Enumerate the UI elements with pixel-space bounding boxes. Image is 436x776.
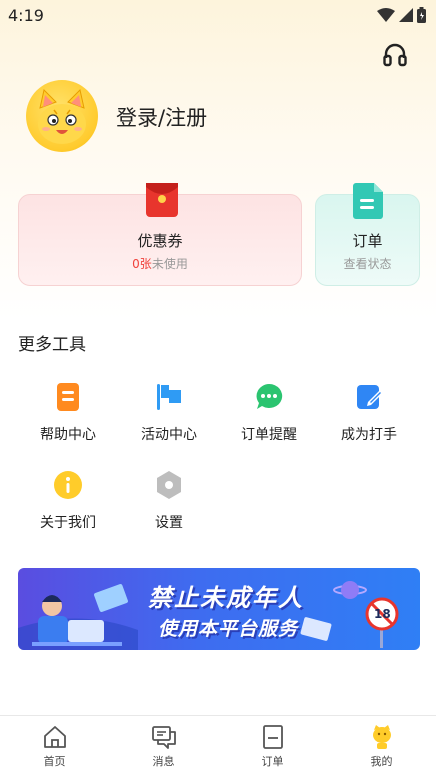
status-icons xyxy=(377,7,426,23)
tool-about-us[interactable]: 关于我们 xyxy=(18,470,118,542)
avatar[interactable] xyxy=(26,80,98,152)
tab-profile[interactable]: 我的 xyxy=(327,716,436,776)
message-icon xyxy=(151,726,176,749)
cat-avatar-icon xyxy=(38,89,86,144)
tool-label: 成为打手 xyxy=(341,427,397,443)
battery-icon xyxy=(417,7,426,23)
tool-help-center[interactable]: 帮助中心 xyxy=(18,382,118,454)
coupon-count: 0张 xyxy=(132,257,152,271)
tool-label: 设置 xyxy=(155,515,183,531)
tool-label: 关于我们 xyxy=(40,515,96,531)
red-envelope-icon xyxy=(146,183,178,217)
banner-badge: 18 xyxy=(374,607,391,621)
wifi-icon xyxy=(377,8,395,22)
banner-line1: 禁止未成年人 xyxy=(148,584,304,612)
tab-label: 首页 xyxy=(43,755,66,768)
help-icon xyxy=(57,383,79,411)
edit-icon xyxy=(357,385,383,409)
order-title: 订单 xyxy=(352,232,383,250)
profile-icon xyxy=(372,725,391,749)
banner-line2: 使用本平台服务 xyxy=(158,618,299,640)
settings-icon xyxy=(157,471,181,499)
order-subtitle: 查看状态 xyxy=(343,257,392,271)
tool-become-booster[interactable]: 成为打手 xyxy=(319,382,419,454)
tool-settings[interactable]: 设置 xyxy=(119,470,219,542)
tab-orders[interactable]: 订单 xyxy=(218,716,327,776)
signal-icon xyxy=(399,8,413,22)
tab-label: 订单 xyxy=(261,755,284,768)
tool-label: 帮助中心 xyxy=(40,427,96,443)
tab-messages[interactable]: 消息 xyxy=(109,716,218,776)
order-card[interactable]: 订单 查看状态 xyxy=(315,183,420,286)
tool-activity-center[interactable]: 活动中心 xyxy=(119,382,219,454)
coupon-card[interactable]: 优惠券 0张未使用 xyxy=(18,183,302,286)
more-tools-title: 更多工具 xyxy=(18,335,86,355)
status-bar: 4:19 xyxy=(0,0,436,30)
coupon-subtitle: 0张未使用 xyxy=(19,255,301,272)
tab-home[interactable]: 首页 xyxy=(0,716,109,776)
chat-icon xyxy=(256,383,283,409)
order-icon xyxy=(262,725,283,749)
flag-icon xyxy=(157,384,181,410)
tool-order-reminder[interactable]: 订单提醒 xyxy=(219,382,319,454)
minor-warning-banner[interactable]: 18 禁止未成年人 使用本平台服务 xyxy=(18,568,420,650)
coupon-status: 未使用 xyxy=(151,257,188,271)
tool-label: 订单提醒 xyxy=(241,427,297,443)
info-icon xyxy=(54,471,82,499)
bottom-tab-bar: 首页 消息 订单 我的 xyxy=(0,715,436,776)
login-register-link[interactable]: 登录/注册 xyxy=(116,102,207,132)
coupon-title: 优惠券 xyxy=(137,232,183,250)
tab-label: 我的 xyxy=(370,755,393,768)
home-icon xyxy=(43,726,66,748)
document-icon xyxy=(353,183,383,219)
status-time: 4:19 xyxy=(8,5,44,25)
tab-label: 消息 xyxy=(152,755,175,768)
tool-label: 活动中心 xyxy=(141,427,197,443)
headset-icon[interactable] xyxy=(382,42,408,68)
